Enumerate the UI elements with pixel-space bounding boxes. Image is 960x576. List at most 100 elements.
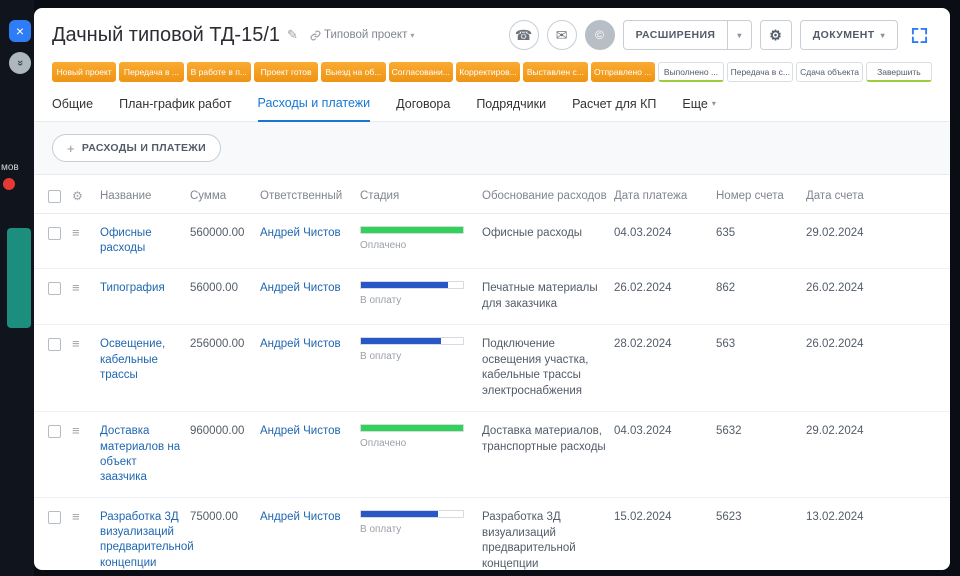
row-pay-date: 15.02.2024 <box>614 511 672 524</box>
table-header: ⚙ Название Сумма Ответственный Стадия Об… <box>34 175 950 214</box>
extensions-dropdown-button[interactable]: ▾ <box>728 20 752 50</box>
select-all-checkbox[interactable] <box>48 190 61 203</box>
row-reason: Подключение освещения участка, кабельные… <box>482 338 589 397</box>
row-responsible-link[interactable]: Андрей Чистов <box>260 424 354 439</box>
app-button[interactable]: © <box>584 20 615 50</box>
row-name-link[interactable]: Разработка 3Д визуализаций предварительн… <box>100 510 194 570</box>
row-responsible-link[interactable]: Андрей Чистов <box>260 510 354 525</box>
stage-pill[interactable]: Сдача объекта <box>796 62 863 82</box>
tab-contractors[interactable]: Подрядчики <box>476 96 546 121</box>
stage-label: Выставлен с... <box>526 67 584 77</box>
tab-common[interactable]: Общие <box>52 96 93 121</box>
row-sum: 560000.00 <box>190 227 245 239</box>
tab-expenses[interactable]: Расходы и платежи <box>257 96 371 122</box>
stage-pill[interactable]: Выполнено ... <box>657 62 725 82</box>
edit-title-icon[interactable]: ✎ <box>287 27 298 43</box>
stage-pill[interactable]: Передача в с... <box>727 62 794 82</box>
table-row[interactable]: ≡ Офисные расходы 560000.00 Андрей Чисто… <box>34 214 950 270</box>
row-invoice-number: 563 <box>716 338 736 351</box>
row-name-link[interactable]: Типография <box>100 281 184 296</box>
row-responsible-link[interactable]: Андрей Чистов <box>260 281 354 296</box>
stage-label: Согласовани... <box>391 67 450 77</box>
extensions-button[interactable]: РАСШИРЕНИЯ <box>622 20 729 50</box>
row-checkbox[interactable] <box>48 511 61 525</box>
tab-schedule[interactable]: План-график работ <box>119 96 231 121</box>
stage-pill[interactable]: Новый проект <box>52 62 117 82</box>
stage-label: Выезд на об... <box>325 67 382 77</box>
add-expense-button[interactable]: + РАСХОДЫ И ПЛАТЕЖИ <box>52 134 221 162</box>
settings-button[interactable]: ⚙ <box>759 20 792 50</box>
row-checkbox[interactable] <box>48 282 61 296</box>
collapse-slider-button[interactable]: » <box>9 52 31 74</box>
document-button[interactable]: ДОКУМЕНТ ▾ <box>799 20 898 50</box>
stage-pill[interactable]: Выставлен с... <box>523 62 588 82</box>
row-checkbox[interactable] <box>48 338 61 352</box>
row-stage: В оплату <box>360 281 476 308</box>
stage-pill[interactable]: Проект готов <box>253 62 319 82</box>
project-type-link[interactable]: Типовой проект ▾ <box>310 29 414 41</box>
column-header-responsible[interactable]: Ответственный <box>260 190 354 202</box>
stage-pill[interactable]: Передача в ... <box>119 62 184 82</box>
row-name-link[interactable]: Освещение, кабельные трассы <box>100 337 184 383</box>
row-checkbox[interactable] <box>48 227 61 240</box>
stage-pill[interactable]: Отправлено ... <box>590 62 655 82</box>
row-invoice-date: 29.02.2024 <box>806 425 864 438</box>
toolbar-band: + РАСХОДЫ И ПЛАТЕЖИ <box>34 122 950 175</box>
column-header-pay-date[interactable]: Дата платежа <box>614 190 710 202</box>
stage-label: Завершить <box>877 66 921 77</box>
stage-label: Выполнено ... <box>663 66 719 77</box>
stage-label: Передача в ... <box>123 67 180 77</box>
background-partial-text: мов <box>1 162 19 173</box>
stage-pill[interactable]: Корректиров... <box>455 62 521 82</box>
phone-icon: ☎ <box>514 26 533 43</box>
row-name-link[interactable]: Доставка материалов на объект заазчика <box>100 424 184 485</box>
page-title: Дачный типовой ТД-15/1 <box>52 23 281 46</box>
column-header-invoice-number[interactable]: Номер счета <box>716 190 800 202</box>
column-header-reason[interactable]: Обоснование расходов <box>482 190 608 202</box>
row-menu-icon[interactable]: ≡ <box>72 281 94 294</box>
column-header-name[interactable]: Название <box>100 190 184 202</box>
mail-button[interactable]: ✉ <box>546 20 577 50</box>
row-menu-icon[interactable]: ≡ <box>72 337 94 350</box>
stage-progress-bar <box>360 281 464 290</box>
row-responsible-link[interactable]: Андрей Чистов <box>260 337 354 352</box>
phone-button[interactable]: ☎ <box>508 20 539 50</box>
table-row[interactable]: ≡ Типография 56000.00 Андрей Чистов В оп… <box>34 269 950 326</box>
table-row[interactable]: ≡ Освещение, кабельные трассы 256000.00 … <box>34 325 950 413</box>
stage-label: Проект готов <box>260 67 312 77</box>
row-menu-icon[interactable]: ≡ <box>72 510 94 523</box>
row-menu-icon[interactable]: ≡ <box>72 226 94 239</box>
row-responsible-link[interactable]: Андрей Чистов <box>260 226 354 241</box>
row-invoice-number: 5623 <box>716 511 742 524</box>
row-name-link[interactable]: Офисные расходы <box>100 226 184 256</box>
tab-contracts[interactable]: Договора <box>396 96 450 121</box>
close-slider-button[interactable]: × <box>9 20 31 42</box>
table-body: ≡ Офисные расходы 560000.00 Андрей Чисто… <box>34 214 950 570</box>
stage-pill[interactable]: В работе в п... <box>186 62 251 82</box>
column-header-invoice-date[interactable]: Дата счета <box>806 190 936 202</box>
row-invoice-number: 635 <box>716 227 736 239</box>
fullscreen-button[interactable] <box>906 22 932 48</box>
grid-settings-icon[interactable]: ⚙ <box>72 190 94 202</box>
tab-kp-calc[interactable]: Расчет для КП <box>572 96 656 121</box>
stage-pipeline: Новый проект Передача в ... В работе в п… <box>52 62 933 82</box>
row-menu-icon[interactable]: ≡ <box>72 424 94 437</box>
stage-pill[interactable]: Согласовани... <box>388 62 453 82</box>
row-checkbox[interactable] <box>48 425 61 439</box>
add-expense-label: РАСХОДЫ И ПЛАТЕЖИ <box>81 142 206 154</box>
table-row[interactable]: ≡ Доставка материалов на объект заазчика… <box>34 412 950 499</box>
expand-icon <box>911 27 927 43</box>
panel-header: Дачный типовой ТД-15/1 ✎ Типовой проект … <box>52 20 932 50</box>
column-header-sum[interactable]: Сумма <box>190 190 254 202</box>
table-row[interactable]: ≡ Разработка 3Д визуализаций предварител… <box>34 498 950 570</box>
stage-pill[interactable]: Завершить <box>865 62 933 82</box>
row-pay-date: 26.02.2024 <box>614 282 672 295</box>
stage-pill[interactable]: Выезд на об... <box>321 62 386 82</box>
column-header-stage[interactable]: Стадия <box>360 190 476 202</box>
row-invoice-date: 26.02.2024 <box>806 282 864 295</box>
row-stage: В оплату <box>360 337 476 364</box>
project-type-label: Типовой проект <box>323 29 408 41</box>
tab-more[interactable]: Еще ▾ <box>682 96 715 121</box>
notification-badge <box>3 178 15 190</box>
stage-label: Корректиров... <box>459 67 517 77</box>
